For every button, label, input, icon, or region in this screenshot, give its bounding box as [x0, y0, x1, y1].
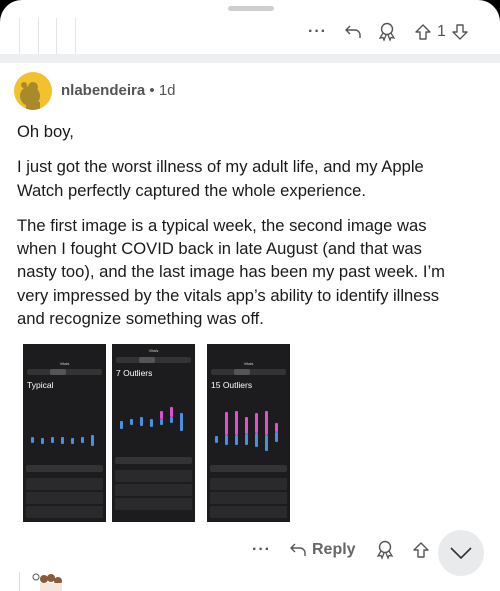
- screenshot-title: Typical: [27, 380, 54, 390]
- outlier-bar: [235, 410, 238, 435]
- next-comment-button[interactable]: [438, 530, 484, 576]
- vote-count: 1: [437, 23, 446, 40]
- typical-bar: [51, 437, 54, 444]
- paragraph: Oh boy,: [17, 120, 445, 143]
- reply-icon: [289, 543, 306, 556]
- screenshot-title: 15 Outliers: [211, 380, 253, 390]
- typical-bar: [215, 436, 218, 444]
- typical-bar: [61, 437, 64, 445]
- thread-line[interactable]: [56, 18, 57, 54]
- reply-icon[interactable]: [344, 24, 362, 40]
- vitals-chart: [211, 400, 284, 460]
- text-line: very impressed by the vitals app’s abili…: [17, 285, 440, 305]
- typical-bar: [225, 435, 228, 445]
- typical-bar: [91, 434, 94, 446]
- vitals-chart: [27, 400, 100, 460]
- typical-bar: [160, 419, 163, 426]
- comment-body: Oh boy, I just got the worst illness of …: [17, 120, 445, 342]
- outlier-bar: [160, 410, 163, 420]
- downvote-icon[interactable]: [451, 23, 469, 41]
- typical-bar: [235, 434, 238, 445]
- screenshot-title: 7 Outliers: [116, 368, 153, 378]
- typical-bar: [120, 421, 123, 429]
- typical-bar: [31, 437, 34, 444]
- parent-comment-actions: ··· 1: [308, 22, 469, 42]
- text-line: The first image is a typical week, the s…: [17, 215, 427, 235]
- reply-button[interactable]: Reply: [289, 541, 356, 559]
- typical-bar: [275, 432, 278, 442]
- outlier-bar: [245, 416, 248, 434]
- vitals-rows: [210, 465, 287, 520]
- paragraph: I just got the worst illness of my adult…: [17, 155, 445, 202]
- upvote-icon[interactable]: [414, 23, 432, 41]
- segmented-control: [116, 357, 191, 363]
- text-line: Watch perfectly captured the whole exper…: [17, 180, 366, 200]
- thread-line[interactable]: [19, 572, 20, 591]
- image-typical-week[interactable]: Vitals Typical: [23, 344, 106, 522]
- award-icon[interactable]: [378, 22, 396, 42]
- vitals-chart: [116, 388, 189, 448]
- screenshot-nav-title: Vitals: [59, 361, 70, 366]
- thread-line[interactable]: [75, 18, 76, 54]
- typical-bar: [265, 434, 268, 451]
- text-line: I just got the worst illness of my adult…: [17, 157, 424, 177]
- child-avatar[interactable]: [32, 573, 66, 591]
- segmented-control: [211, 369, 286, 375]
- paragraph: The first image is a typical week, the s…: [17, 214, 445, 330]
- image-covid-week[interactable]: Vitals 7 Outliers: [112, 344, 195, 522]
- text-line: Oh boy,: [17, 122, 74, 141]
- vitals-rows: [115, 457, 192, 512]
- comment-actions: ··· Reply: [252, 540, 430, 560]
- comment-sheet: ··· 1 nlabendeira • 1d Oh boy, I just go…: [0, 0, 500, 591]
- typical-bar: [130, 419, 133, 426]
- outlier-bar: [265, 410, 268, 435]
- typical-bar: [140, 416, 143, 427]
- outlier-bar: [275, 422, 278, 433]
- username[interactable]: nlabendeira: [61, 82, 145, 99]
- upvote-icon[interactable]: [412, 541, 430, 559]
- sheet-grabber[interactable]: [228, 6, 274, 11]
- typical-bar: [245, 433, 248, 445]
- avatar[interactable]: [14, 72, 52, 110]
- meta-separator: •: [149, 82, 155, 99]
- divider: [0, 54, 500, 63]
- vitals-rows: [26, 465, 103, 520]
- segmented-control: [27, 369, 102, 375]
- chevron-down-icon: [450, 547, 472, 559]
- text-line: when I fought COVID back in late August …: [17, 239, 422, 259]
- comment-age: 1d: [158, 82, 176, 99]
- typical-bar: [170, 416, 173, 423]
- text-line: nasty too), and the last image has been …: [17, 262, 445, 282]
- text-line: and recognize something was off.: [17, 309, 264, 329]
- screenshot-nav-title: Vitals: [243, 361, 254, 366]
- typical-bar: [81, 437, 84, 444]
- reply-label: Reply: [311, 541, 356, 558]
- more-icon[interactable]: ···: [308, 23, 328, 41]
- typical-bar: [150, 419, 153, 427]
- typical-bar: [71, 438, 74, 445]
- screenshot-nav-title: Vitals: [148, 348, 159, 353]
- more-icon[interactable]: ···: [252, 541, 271, 559]
- thread-line[interactable]: [38, 18, 39, 54]
- typical-bar: [180, 413, 183, 432]
- outlier-bar: [225, 412, 228, 436]
- comment-meta: nlabendeira • 1d: [61, 82, 176, 99]
- typical-bar: [41, 437, 44, 445]
- image-past-week[interactable]: Vitals 15 Outliers: [207, 344, 290, 522]
- outlier-bar: [255, 413, 258, 434]
- award-icon[interactable]: [376, 540, 394, 560]
- thread-line[interactable]: [19, 18, 20, 54]
- outlier-bar: [170, 407, 173, 417]
- typical-bar: [255, 433, 258, 447]
